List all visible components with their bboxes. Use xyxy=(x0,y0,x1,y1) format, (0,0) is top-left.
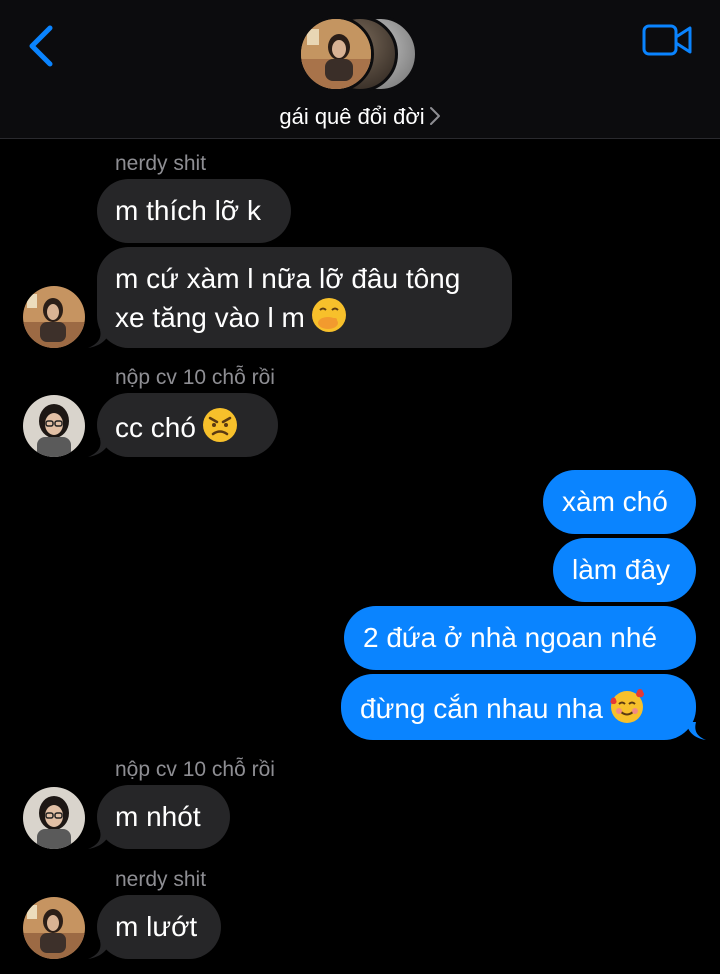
sender-name: nộp cv 10 chỗ rồi xyxy=(115,758,275,781)
bubble-tail xyxy=(88,330,110,348)
chat-header: gái quê đổi đời xyxy=(0,0,720,139)
message-text-line-2: xe tăng vào l m xyxy=(115,302,305,333)
message-bubble-incoming[interactable]: cc chó xyxy=(97,393,278,457)
back-button[interactable] xyxy=(22,22,66,70)
sender-avatar[interactable] xyxy=(23,787,85,849)
bubble-tail xyxy=(88,941,110,959)
message-bubble-incoming[interactable]: m thích lỡ k xyxy=(97,179,291,243)
group-avatar-stack[interactable] xyxy=(298,14,422,96)
bubble-tail xyxy=(88,439,110,457)
message-bubble-outgoing[interactable]: 2 đứa ở nhà ngoan nhé xyxy=(344,606,696,670)
message-bubble-outgoing[interactable]: đừng cắn nhau nha xyxy=(341,674,696,740)
message-text: m thích lỡ k xyxy=(115,195,261,226)
sender-name: nerdy shit xyxy=(115,868,207,891)
angry-face-emoji-icon xyxy=(202,408,237,442)
chevron-left-icon xyxy=(29,25,53,67)
message-bubble-incoming[interactable]: m nhót xyxy=(97,785,230,849)
bubble-tail xyxy=(686,722,706,740)
sender-name: nộp cv 10 chỗ rồi xyxy=(115,366,275,389)
sender-avatar[interactable] xyxy=(23,395,85,457)
bubble-tail xyxy=(88,831,110,849)
message-bubble-outgoing[interactable]: xàm chó xyxy=(543,470,696,534)
message-text: cc chó xyxy=(115,412,196,443)
group-title[interactable]: gái quê đổi đời xyxy=(0,104,720,132)
group-member-avatar-1 xyxy=(298,16,374,92)
message-bubble-incoming[interactable]: m cứ xàm l nữa lỡ đâu tông xe tăng vào l… xyxy=(97,247,512,348)
sender-avatar[interactable] xyxy=(23,286,85,348)
message-text: xàm chó xyxy=(562,486,668,517)
smiling-face-with-hearts-emoji-icon xyxy=(610,689,644,723)
message-text: làm đây xyxy=(572,554,671,585)
group-title-text: gái quê đổi đời xyxy=(279,104,425,129)
sender-name: nerdy shit xyxy=(115,152,207,175)
message-bubble-incoming[interactable]: m lướt xyxy=(97,895,221,959)
sender-avatar[interactable] xyxy=(23,897,85,959)
chevron-right-icon xyxy=(429,106,441,132)
message-text: đừng cắn nhau nha xyxy=(360,693,603,724)
message-text: m lướt xyxy=(115,911,198,942)
message-text: m nhót xyxy=(115,801,201,832)
video-call-button[interactable] xyxy=(640,22,696,58)
message-bubble-outgoing[interactable]: làm đây xyxy=(553,538,696,602)
message-text: 2 đứa ở nhà ngoan nhé xyxy=(363,622,658,653)
message-text-line-1: m cứ xàm l nữa lỡ đâu tông xyxy=(115,263,461,294)
video-camera-icon xyxy=(642,24,692,56)
face-with-hand-over-mouth-emoji-icon xyxy=(311,298,346,332)
